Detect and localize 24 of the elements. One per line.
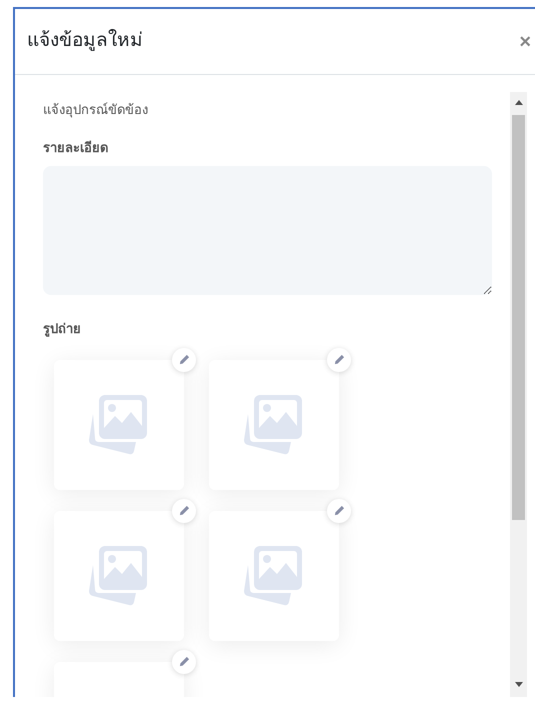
pencil-icon [178, 656, 190, 667]
close-button[interactable]: × [519, 32, 531, 52]
pencil-icon [334, 505, 344, 516]
edit-button[interactable] [327, 498, 351, 522]
edit-button[interactable] [172, 650, 196, 674]
scrollbar[interactable] [510, 92, 527, 697]
pencil-icon [334, 354, 344, 365]
field-label: รายละเอียด [43, 138, 109, 156]
photo-slot[interactable] [209, 510, 339, 640]
dialog-title: แจ้งข้อมูลใหม่ [27, 28, 143, 54]
section-label: แจ้งอุปกรณ์ขัดข้อง [43, 101, 149, 120]
photo-slot[interactable] [209, 360, 339, 490]
details-field[interactable] [43, 166, 492, 295]
field-label: รูปถ่าย [43, 320, 82, 338]
pencil-icon [178, 505, 190, 516]
scrollbar-thumb[interactable] [512, 115, 525, 520]
photo-slot[interactable] [54, 360, 184, 490]
edit-button[interactable] [172, 348, 196, 372]
photo-slot[interactable] [54, 510, 184, 640]
edit-button[interactable] [327, 348, 351, 372]
pencil-icon [178, 354, 190, 365]
edit-button[interactable] [172, 498, 196, 522]
scroll-down-icon[interactable] [514, 682, 522, 687]
scroll-up-icon[interactable] [514, 100, 522, 105]
